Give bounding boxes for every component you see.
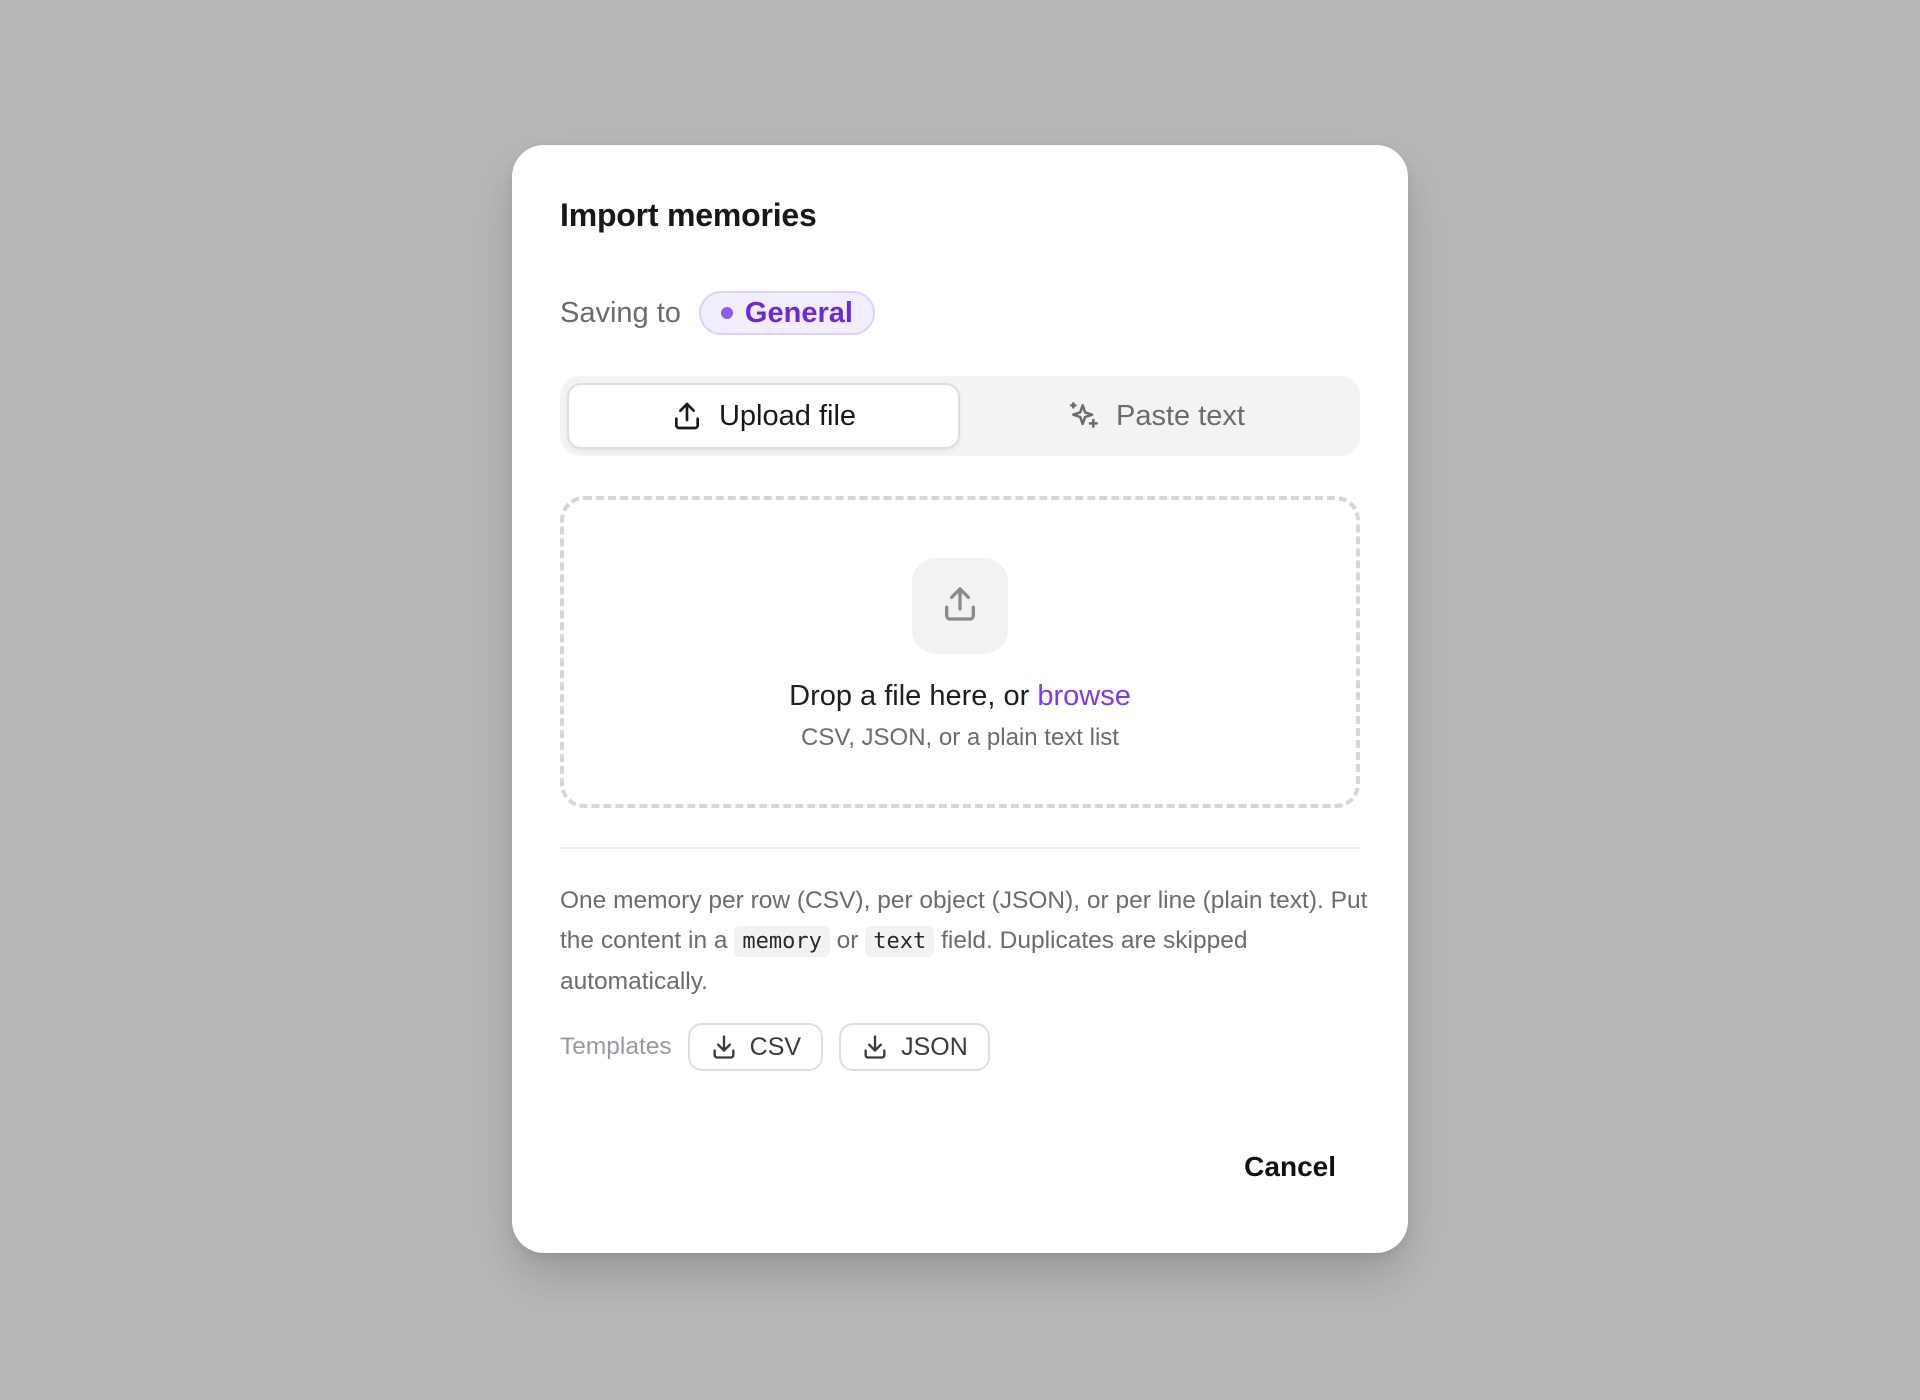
saving-to-label: Saving to [560,296,681,329]
import-memories-dialog: Import memories Saving to General Upload… [512,145,1408,1253]
import-mode-tabs: Upload file Paste text [560,376,1360,456]
cancel-button[interactable]: Cancel [1244,1151,1336,1183]
dropzone-text: Drop a file here, or [789,680,1030,712]
dropzone-icon-box [912,558,1008,654]
tab-paste-text[interactable]: Paste text [960,383,1353,449]
templates-row: Templates CSV JSON [560,1023,1006,1071]
download-icon [861,1033,889,1061]
download-icon [710,1033,738,1061]
divider [560,847,1360,849]
saving-to-row: Saving to General [560,290,875,336]
field-name-text: text [865,926,935,957]
field-name-memory: memory [734,926,830,957]
tab-upload-file[interactable]: Upload file [567,383,960,449]
json-template-label: JSON [901,1032,968,1061]
upload-icon [940,584,980,629]
download-csv-template-button[interactable]: CSV [687,1023,824,1071]
download-json-template-button[interactable]: JSON [839,1023,990,1071]
destination-label: General [744,296,853,329]
sparkles-icon [1068,400,1100,432]
browse-link[interactable]: browse [1037,680,1131,712]
help-or: or [836,927,859,954]
destination-dot-icon [720,307,733,319]
dropzone-instruction: Drop a file here, or browse [564,680,1356,713]
upload-icon [671,400,703,432]
csv-template-label: CSV [749,1032,802,1061]
dialog-title: Import memories [560,197,817,233]
import-help-text: One memory per row (CSV), per object (JS… [560,881,1370,1002]
destination-badge[interactable]: General [698,291,875,335]
tab-paste-text-label: Paste text [1116,399,1245,432]
tab-upload-file-label: Upload file [718,399,857,432]
help-line-1: One memory per row (CSV), per object (JS… [560,887,1324,914]
templates-label: Templates [560,1033,672,1060]
file-dropzone[interactable]: Drop a file here, or browse CSV, JSON, o… [560,496,1360,808]
dropzone-formats: CSV, JSON, or a plain text list [801,724,1119,751]
